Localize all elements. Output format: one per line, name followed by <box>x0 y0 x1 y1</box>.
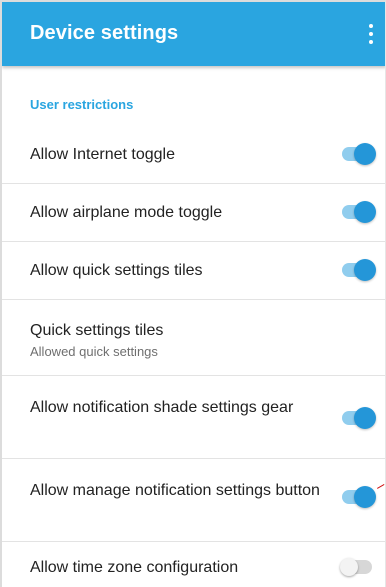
more-vertical-icon[interactable] <box>364 22 378 48</box>
app-bar: Device settings <box>2 2 385 66</box>
setting-row-internet-toggle[interactable]: Allow Internet toggle <box>2 126 385 184</box>
section-header-user-restrictions: User restrictions <box>30 97 134 112</box>
quick-settings-tiles-switch[interactable] <box>340 258 376 282</box>
switch-thumb <box>354 143 376 165</box>
setting-label: Allow Internet toggle <box>30 146 175 163</box>
switch-thumb <box>354 259 376 281</box>
setting-row-notification-shade-gear[interactable]: Allow notification shade settings gear <box>2 376 385 459</box>
switch-thumb <box>340 558 358 576</box>
notification-shade-gear-switch[interactable] <box>340 406 376 430</box>
setting-label: Allow manage notification settings butto… <box>30 482 320 499</box>
time-zone-configuration-switch[interactable] <box>340 555 376 579</box>
setting-row-quick-settings-tiles-allow[interactable]: Allow quick settings tiles <box>2 242 385 300</box>
airplane-mode-toggle-switch[interactable] <box>340 200 376 224</box>
setting-row-quick-settings-tiles[interactable]: Quick settings tiles Allowed quick setti… <box>2 300 385 376</box>
menu-dot <box>369 40 373 44</box>
setting-label: Allow quick settings tiles <box>30 262 203 279</box>
setting-row-manage-notification-button[interactable]: Allow manage notification settings butto… <box>2 459 385 542</box>
setting-summary: Allowed quick settings <box>30 344 158 359</box>
setting-label: Allow time zone configuration <box>30 559 239 576</box>
page-title: Device settings <box>30 22 179 44</box>
internet-toggle-switch[interactable] <box>340 142 376 166</box>
manage-notification-button-switch[interactable] <box>340 485 376 509</box>
menu-dot <box>369 32 373 36</box>
menu-dot <box>369 24 373 28</box>
setting-label: Allow airplane mode toggle <box>30 204 223 221</box>
setting-row-airplane-mode-toggle[interactable]: Allow airplane mode toggle <box>2 184 385 242</box>
switch-thumb <box>354 486 376 508</box>
setting-row-time-zone-configuration[interactable]: Allow time zone configuration <box>2 542 385 587</box>
device-settings-screen: Device settings User restrictions Allow … <box>0 0 386 587</box>
switch-thumb <box>354 407 376 429</box>
setting-label: Allow notification shade settings gear <box>30 399 294 416</box>
setting-label: Quick settings tiles <box>30 322 164 339</box>
switch-thumb <box>354 201 376 223</box>
